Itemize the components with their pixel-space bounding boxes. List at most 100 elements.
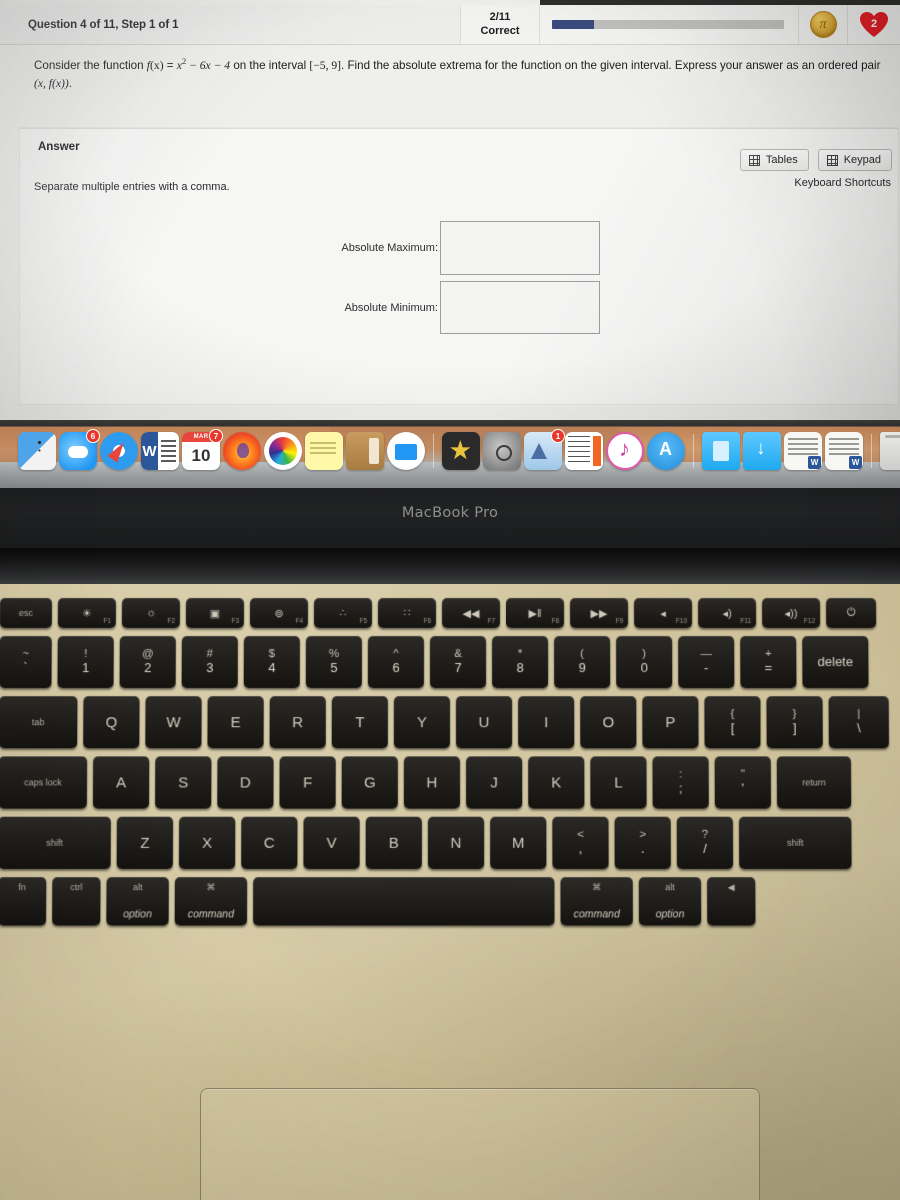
dock-item-downloads-folder[interactable] (743, 432, 781, 470)
key-F9[interactable]: ▶▶ F9 (570, 598, 628, 628)
key-8[interactable]: * 8 (492, 636, 548, 688)
key-F1[interactable]: ☀ F1 (58, 598, 116, 628)
key-2[interactable]: @2 (120, 636, 176, 688)
key-q[interactable]: Q (83, 696, 139, 748)
key-◀[interactable]: ◀ (707, 877, 755, 925)
trackpad[interactable] (200, 1088, 760, 1200)
key-F6[interactable]: ∷ F6 (378, 598, 436, 628)
key-e[interactable]: E (207, 696, 263, 748)
key-F4[interactable]: ⊚ F4 (250, 598, 308, 628)
key-F2[interactable]: ☼ F2 (122, 598, 180, 628)
key--[interactable]: — - (678, 636, 734, 688)
key-l[interactable]: L (590, 756, 646, 808)
lives-indicator[interactable]: 2 (848, 5, 900, 44)
key-1[interactable]: ! 1 (57, 636, 113, 688)
dock-item-printer[interactable] (387, 432, 425, 470)
key-b[interactable]: B (366, 817, 422, 869)
key-j[interactable]: J (466, 756, 522, 808)
key-o[interactable]: O (580, 696, 636, 748)
key-power-icon[interactable]: ⏻ (826, 598, 876, 628)
tables-button[interactable]: Tables (740, 149, 809, 171)
dock-item-photos[interactable] (264, 432, 302, 470)
dock-item-app-store[interactable] (647, 432, 685, 470)
absolute-minimum-input[interactable] (440, 281, 600, 334)
key-:-;[interactable]: :; (652, 756, 708, 808)
dock-item-word-document-2[interactable]: W (825, 432, 863, 470)
key-6[interactable]: ^ 6 (368, 636, 424, 688)
coin-reward[interactable]: π (799, 5, 847, 44)
key-4[interactable]: $4 (244, 636, 300, 688)
key-z[interactable]: Z (117, 817, 173, 869)
dock-item-trash[interactable] (880, 432, 900, 470)
key-return[interactable]: return (777, 756, 851, 808)
key-g[interactable]: G (342, 756, 398, 808)
key-9[interactable]: (9 (554, 636, 610, 688)
key-command[interactable]: ⌘ command (175, 877, 247, 925)
key-F11[interactable]: ◂) F11 (698, 598, 756, 628)
key-delete[interactable]: delete (802, 636, 868, 688)
absolute-maximum-input[interactable] (440, 221, 600, 275)
key-v[interactable]: V (303, 817, 359, 869)
key-shift[interactable]: shift (0, 817, 111, 869)
key-5[interactable]: % 5 (306, 636, 362, 688)
dock-item-itunes[interactable] (606, 432, 644, 470)
key-c[interactable]: C (241, 817, 297, 869)
key-7[interactable]: & 7 (430, 636, 486, 688)
macos-dock[interactable]: 6 MAR107 1 W W (18, 432, 900, 470)
key-<-,[interactable]: <, (552, 817, 608, 869)
dock-item-stickies[interactable] (305, 432, 343, 470)
dock-item-documents-folder[interactable] (702, 432, 740, 470)
key-space[interactable] (253, 877, 554, 925)
key-option[interactable]: alt option (106, 877, 169, 925)
dock-item-word[interactable] (141, 432, 179, 470)
key-x[interactable]: X (179, 817, 235, 869)
key-s[interactable]: S (155, 756, 211, 808)
key-f[interactable]: F (279, 756, 335, 808)
key-y[interactable]: Y (394, 696, 450, 748)
key-m[interactable]: M (490, 817, 546, 869)
dock-item-contacts[interactable] (346, 432, 384, 470)
dock-item-system-preferences[interactable] (483, 432, 521, 470)
key-F7[interactable]: ◀◀ F7 (442, 598, 500, 628)
key->-.[interactable]: >. (615, 817, 671, 869)
key-ctrl[interactable]: ctrl (52, 877, 100, 925)
key-F12[interactable]: ◂)) F12 (762, 598, 820, 628)
key-fn[interactable]: fn (0, 877, 46, 925)
key-`[interactable]: ~ ` (0, 636, 52, 688)
key-F10[interactable]: ◂ F10 (634, 598, 692, 628)
key-F5[interactable]: ∴ F5 (314, 598, 372, 628)
dock-item-calendar[interactable]: MAR 10 7 (182, 432, 220, 470)
key-k[interactable]: K (528, 756, 584, 808)
dock-item-safari[interactable] (100, 432, 138, 470)
key-}-][interactable]: }] (766, 696, 822, 748)
key-p[interactable]: P (642, 696, 698, 748)
key-n[interactable]: N (428, 817, 484, 869)
key-a[interactable]: A (93, 756, 149, 808)
key-caps-lock[interactable]: caps lock (0, 756, 87, 808)
dock-item-messages[interactable]: 6 (59, 432, 97, 470)
key-{-[[interactable]: {[ (704, 696, 760, 748)
key-d[interactable]: D (217, 756, 273, 808)
key-tab[interactable]: tab (0, 696, 77, 748)
key-=[interactable]: + = (740, 636, 796, 688)
key-F3[interactable]: ▣ F3 (186, 598, 244, 628)
key-u[interactable]: U (456, 696, 512, 748)
key-t[interactable]: T (332, 696, 388, 748)
key-F8[interactable]: ▶‖ F8 (506, 598, 564, 628)
key-option[interactable]: alt option (639, 877, 701, 925)
key-|-\[interactable]: | \ (829, 696, 889, 748)
key-w[interactable]: W (145, 696, 201, 748)
laptop-keyboard[interactable]: esc ☀ F1 ☼ F2 ▣ F3 ⊚ F4 ∴ F5 ∷ F6 ◀◀ F7 ▶‖ F8 ▶▶ F9 ◂ F10 ◂) F… (0, 598, 900, 926)
dock-item-mail[interactable]: 1 (524, 432, 562, 470)
key-shift[interactable]: shift (739, 817, 852, 869)
key-h[interactable]: H (404, 756, 460, 808)
dock-item-imovie[interactable] (442, 432, 480, 470)
dock-item-word-document-1[interactable]: W (784, 432, 822, 470)
key-esc[interactable]: esc (0, 598, 52, 628)
key-command[interactable]: ⌘ command (560, 877, 632, 925)
key-0[interactable]: ) 0 (616, 636, 672, 688)
key-?-/[interactable]: ? / (677, 817, 733, 869)
keyboard-shortcuts-link[interactable]: Keyboard Shortcuts (794, 177, 891, 189)
keypad-button[interactable]: Keypad (818, 149, 892, 171)
key-"-'[interactable]: " ' (715, 756, 771, 808)
